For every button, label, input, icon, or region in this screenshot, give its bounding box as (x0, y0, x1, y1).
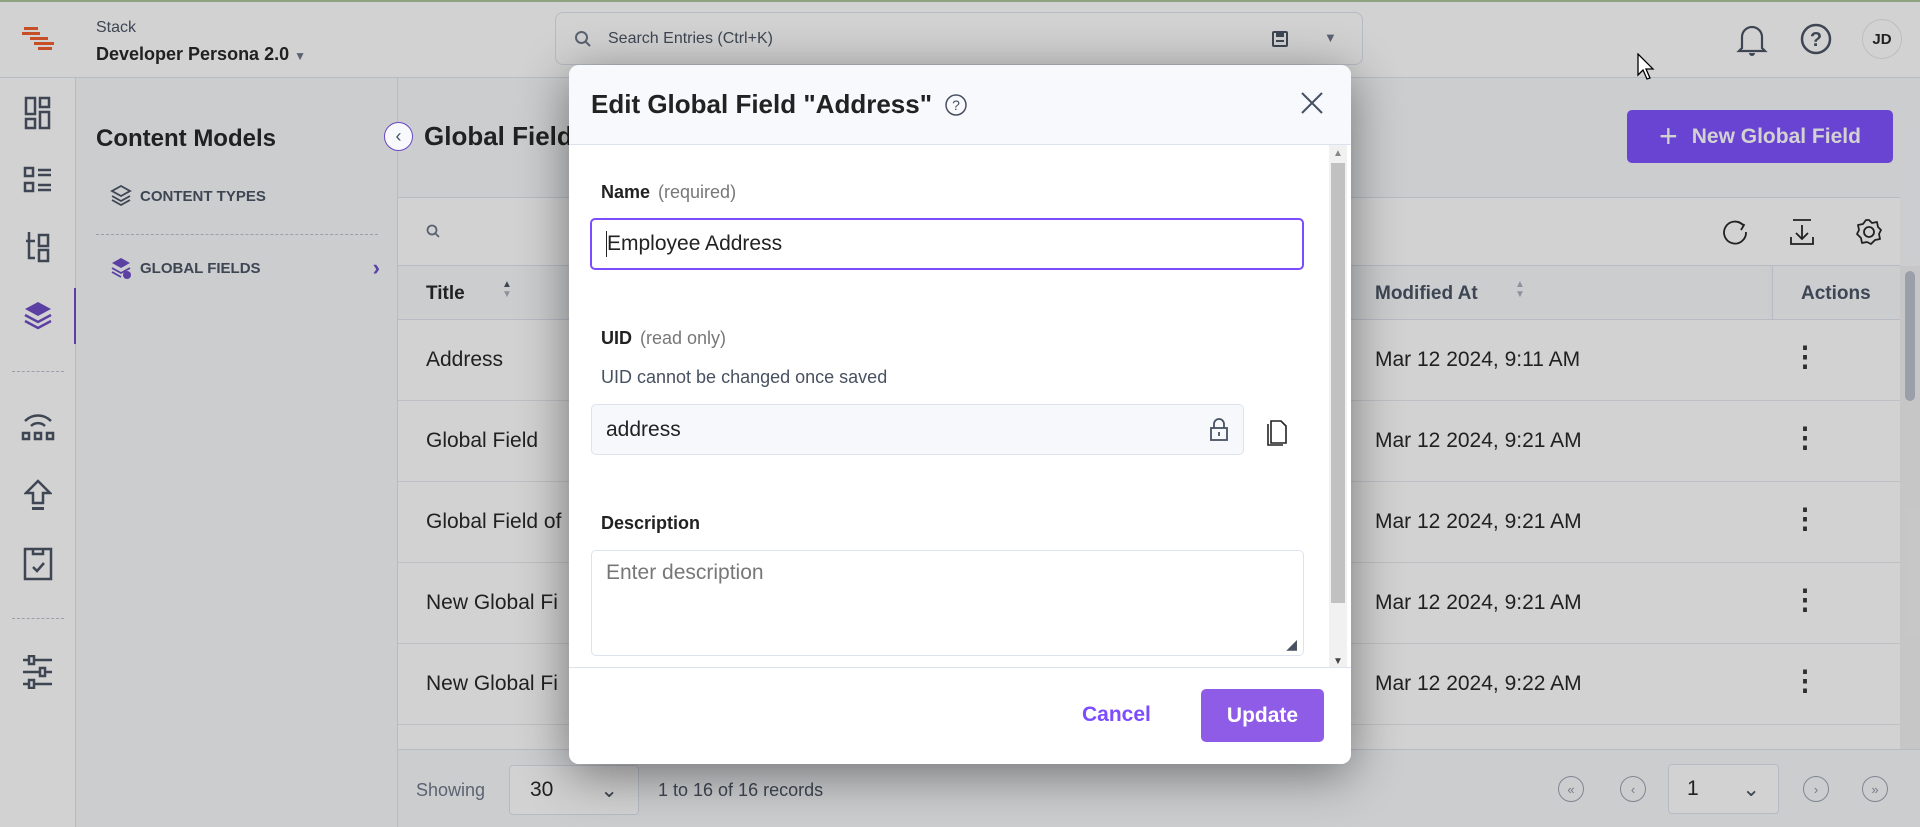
description-label: Description (601, 513, 701, 533)
modal-header: Edit Global Field "Address" ? (569, 65, 1351, 145)
uid-hint: (read only) (640, 328, 727, 348)
modal-title: Edit Global Field "Address" (591, 89, 933, 119)
name-input[interactable]: Employee Address (590, 218, 1304, 270)
uid-help-text: UID cannot be changed once saved (601, 367, 888, 387)
collapse-sidebar-button[interactable]: ‹ (384, 122, 413, 151)
close-icon[interactable] (1300, 91, 1324, 115)
chevron-left-icon: ‹ (395, 126, 402, 146)
uid-label: UID (read only) (601, 328, 726, 349)
cancel-button[interactable]: Cancel (1082, 703, 1151, 727)
edit-global-field-modal: Edit Global Field "Address" ? Name (requi… (569, 65, 1351, 764)
modal-body: Name (required) Employee Address UID (read… (569, 145, 1351, 667)
scrollbar-thumb[interactable] (1331, 163, 1345, 603)
uid-input: address (591, 404, 1244, 455)
name-hint: (required) (658, 182, 737, 202)
uid-value: address (606, 417, 681, 441)
description-placeholder: Enter description (606, 561, 764, 584)
name-label-text: Name (601, 182, 651, 202)
help-icon[interactable]: ? (944, 93, 968, 117)
name-value: Employee Address (607, 232, 783, 255)
uid-label-text: UID (601, 328, 632, 348)
scroll-up-icon[interactable]: ▲ (1329, 145, 1347, 163)
name-label: Name (required) (601, 182, 736, 203)
lock-icon (1210, 417, 1228, 441)
modal-footer: Cancel Update (569, 667, 1351, 764)
update-button[interactable]: Update (1201, 689, 1324, 742)
update-label: Update (1226, 703, 1299, 727)
description-textarea[interactable]: Enter description ◢ (591, 550, 1304, 656)
svg-text:?: ? (952, 97, 960, 113)
resize-handle-icon[interactable]: ◢ (1286, 636, 1297, 653)
modal-scrollbar[interactable]: ▲ ▼ (1329, 145, 1347, 667)
mouse-cursor-icon (1637, 53, 1655, 80)
scroll-down-icon[interactable]: ▼ (1329, 656, 1347, 667)
copy-icon[interactable] (1265, 416, 1289, 446)
